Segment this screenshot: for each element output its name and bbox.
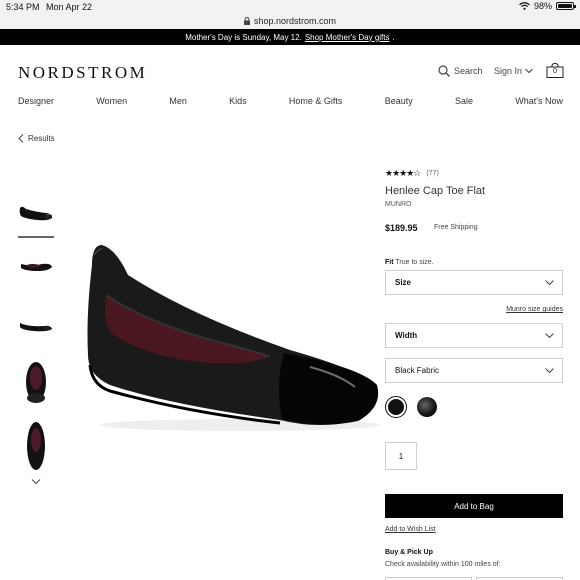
sign-in-button[interactable]: Sign In [494,66,533,76]
status-bar: 5:34 PM Mon Apr 22 98% [0,0,580,13]
nordstrom-logo[interactable]: NORDSTROM [18,63,147,83]
fit-label: Fit [385,259,394,266]
chevron-down-icon [525,68,533,74]
color-swatch-black-patent[interactable] [417,397,437,417]
review-count: (77) [426,170,439,177]
chevron-down-icon [545,368,554,374]
color-select-value: Black Fabric [395,366,440,375]
main-nav: Designer Women Men Kids Home & Gifts Bea… [18,96,563,106]
shoe-thumbnail-image [27,421,45,470]
promo-link[interactable]: Shop Mother's Day gifts [305,33,390,42]
pickup-text: Check availability within 100 miles of: [385,561,501,568]
nav-item-designer[interactable]: Designer [18,96,54,106]
sign-in-label: Sign In [494,66,523,76]
color-select[interactable]: Black Fabric [385,358,563,383]
search-label: Search [454,66,483,76]
back-label: Results [28,134,55,143]
status-date: Mon Apr 22 [46,2,93,12]
wifi-icon [519,2,530,10]
nav-item-beauty[interactable]: Beauty [385,96,413,106]
url-text: shop.nordstrom.com [253,16,337,26]
shoe-thumbnail-image [19,206,53,220]
thumbnail-side-view[interactable] [18,185,54,238]
nav-item-home-gifts[interactable]: Home & Gifts [289,96,343,106]
shopping-bag-button[interactable]: 0 [546,63,564,78]
back-to-results-link[interactable]: Results [18,134,55,143]
product-title: Henlee Cap Toe Flat [385,185,486,197]
chevron-down-icon [545,333,554,339]
nav-item-women[interactable]: Women [96,96,127,106]
color-swatch-black-fabric[interactable] [385,396,407,418]
nav-item-men[interactable]: Men [169,96,187,106]
fit-value: True to size. [395,259,434,266]
status-right: 98% [519,1,576,11]
chevron-down-icon [545,280,554,286]
add-to-bag-button[interactable]: Add to Bag [385,494,563,518]
size-select[interactable]: Size [385,270,563,295]
size-guide-link[interactable]: Munro size guides [506,306,563,313]
thumbnail-profile-view[interactable] [18,305,54,345]
pickup-title: Buy & Pick Up [385,549,433,556]
shoe-thumbnail-image [26,362,46,403]
chevron-left-icon [18,134,24,143]
product-main-image[interactable] [70,235,390,435]
nav-item-kids[interactable]: Kids [229,96,247,106]
nav-item-whats-now[interactable]: What's Now [515,96,563,106]
shipping-info: Free Shipping [434,224,478,231]
bag-count: 0 [553,68,557,75]
shoe-thumbnail-image [21,263,52,271]
swatch-fill [388,399,404,415]
fit-info: Fit True to size. [385,259,434,266]
search-icon [438,65,450,77]
thumbnail-top-view[interactable] [18,417,54,472]
battery-percent: 98% [533,1,552,11]
product-info-panel: ★★★★☆ (77) Henlee Cap Toe Flat MUNRO $18… [385,168,563,580]
nav-item-sale[interactable]: Sale [455,96,473,106]
promo-suffix: . [392,32,395,42]
width-select[interactable]: Width [385,323,563,348]
width-select-label: Width [395,331,418,340]
product-brand[interactable]: MUNRO [385,201,411,208]
promo-text: Mother's Day is Sunday, May 12. [185,32,302,42]
thumbnail-angle-view[interactable] [18,245,54,285]
battery-icon [556,2,576,10]
rating-row[interactable]: ★★★★☆ (77) [385,168,563,179]
shoe-thumbnail-image [20,323,52,332]
search-button[interactable]: Search [438,65,483,77]
star-rating-icon: ★★★★☆ [385,168,421,178]
status-time: 5:34 PM [6,2,40,12]
url-bar[interactable]: shop.nordstrom.com [0,13,580,29]
promo-banner: Mother's Day is Sunday, May 12. Shop Mot… [0,29,580,45]
add-to-wish-list-link[interactable]: Add to Wish List [385,526,436,533]
chevron-down-icon[interactable] [31,478,41,486]
product-price: $189.95 [385,223,418,233]
size-select-label: Size [395,278,412,287]
thumbnail-front-view[interactable] [18,355,54,407]
lock-icon [243,17,250,25]
quantity-input[interactable]: 1 [385,442,417,470]
